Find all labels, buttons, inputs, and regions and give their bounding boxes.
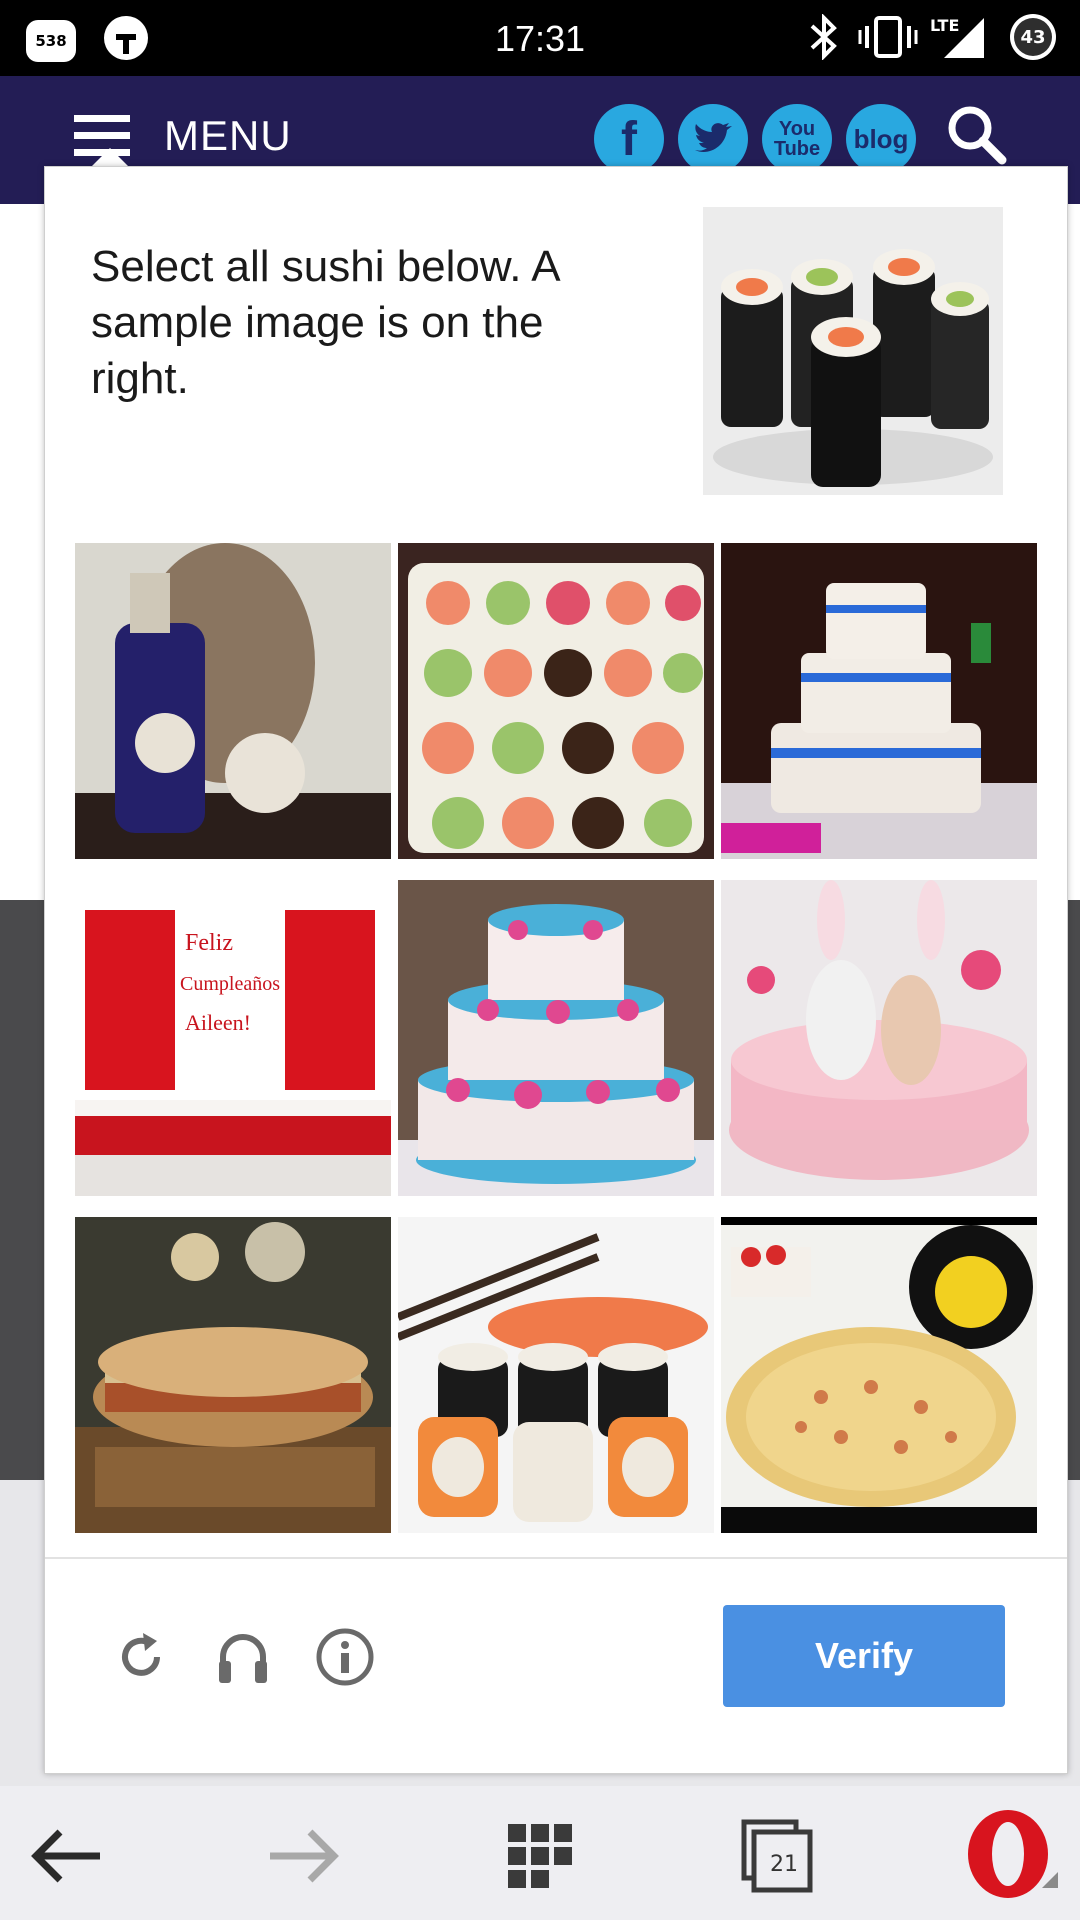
captcha-dialog: Select all sushi below. A sample image i…: [44, 166, 1068, 1774]
battery-icon: 43: [1010, 14, 1056, 60]
captcha-tile-1[interactable]: [75, 543, 391, 859]
signal-icon: [944, 18, 984, 58]
info-icon[interactable]: [315, 1627, 375, 1687]
captcha-tile-8[interactable]: [398, 1217, 714, 1533]
footer-divider: [45, 1557, 1067, 1559]
captcha-tile-7[interactable]: [75, 1217, 391, 1533]
svg-text:Cumpleaños: Cumpleaños: [180, 973, 280, 995]
menu-label: MENU: [164, 112, 292, 159]
back-arrow-icon[interactable]: [28, 1816, 108, 1896]
forward-arrow-icon[interactable]: [262, 1816, 342, 1896]
headphones-icon[interactable]: [213, 1627, 273, 1687]
captcha-tile-6[interactable]: [721, 880, 1037, 1196]
reload-icon[interactable]: [111, 1627, 171, 1687]
popup-pointer: [92, 148, 128, 166]
opera-icon[interactable]: [962, 1804, 1062, 1904]
svg-text:Aileen!: Aileen!: [185, 1010, 251, 1035]
captcha-tile-9[interactable]: [721, 1217, 1037, 1533]
sushi-tray-image: [398, 543, 714, 859]
facebook-icon[interactable]: f: [594, 104, 664, 174]
twitter-icon[interactable]: [678, 104, 748, 174]
captcha-tile-3[interactable]: [721, 543, 1037, 859]
white-cake-image: [721, 543, 1037, 859]
bluetooth-icon: [810, 14, 837, 60]
captcha-tile-4[interactable]: Feliz Cumpleaños Aileen!: [75, 880, 391, 1196]
youtube-icon[interactable]: You Tube: [762, 104, 832, 174]
battery-level: 43: [1014, 18, 1052, 56]
captcha-image-grid: Feliz Cumpleaños Aileen!: [75, 543, 1037, 1533]
svg-text:Feliz: Feliz: [185, 930, 233, 956]
sandwich-image: [75, 1217, 391, 1533]
captcha-tile-2[interactable]: [398, 543, 714, 859]
twitter-bird-icon: [695, 123, 732, 152]
sushi-rolls-image: [398, 1217, 714, 1533]
speed-dial-icon[interactable]: [500, 1816, 580, 1896]
vibrate-icon: [858, 16, 918, 58]
status-bar: 538 17:31 LTE 43: [0, 0, 1080, 76]
verify-button[interactable]: Verify: [723, 1605, 1005, 1707]
sample-image: [703, 207, 1003, 495]
tabs-button[interactable]: 21: [738, 1816, 818, 1896]
browser-nav-bar: 21: [0, 1786, 1080, 1920]
captcha-instruction: Select all sushi below. A sample image i…: [91, 242, 559, 403]
tabs-count: 21: [770, 1851, 798, 1877]
search-icon[interactable]: [944, 102, 1010, 168]
captcha-tile-5[interactable]: [398, 880, 714, 1196]
clock: 17:31: [494, 18, 586, 59]
pizza-image: [721, 1217, 1037, 1533]
floral-cake-image: [398, 880, 714, 1196]
bunny-cake-image: [721, 880, 1037, 1196]
perfume-bottle-image: [75, 543, 391, 859]
blog-icon[interactable]: blog: [846, 104, 916, 174]
flag-cake-image: Feliz Cumpleaños Aileen!: [75, 880, 391, 1196]
